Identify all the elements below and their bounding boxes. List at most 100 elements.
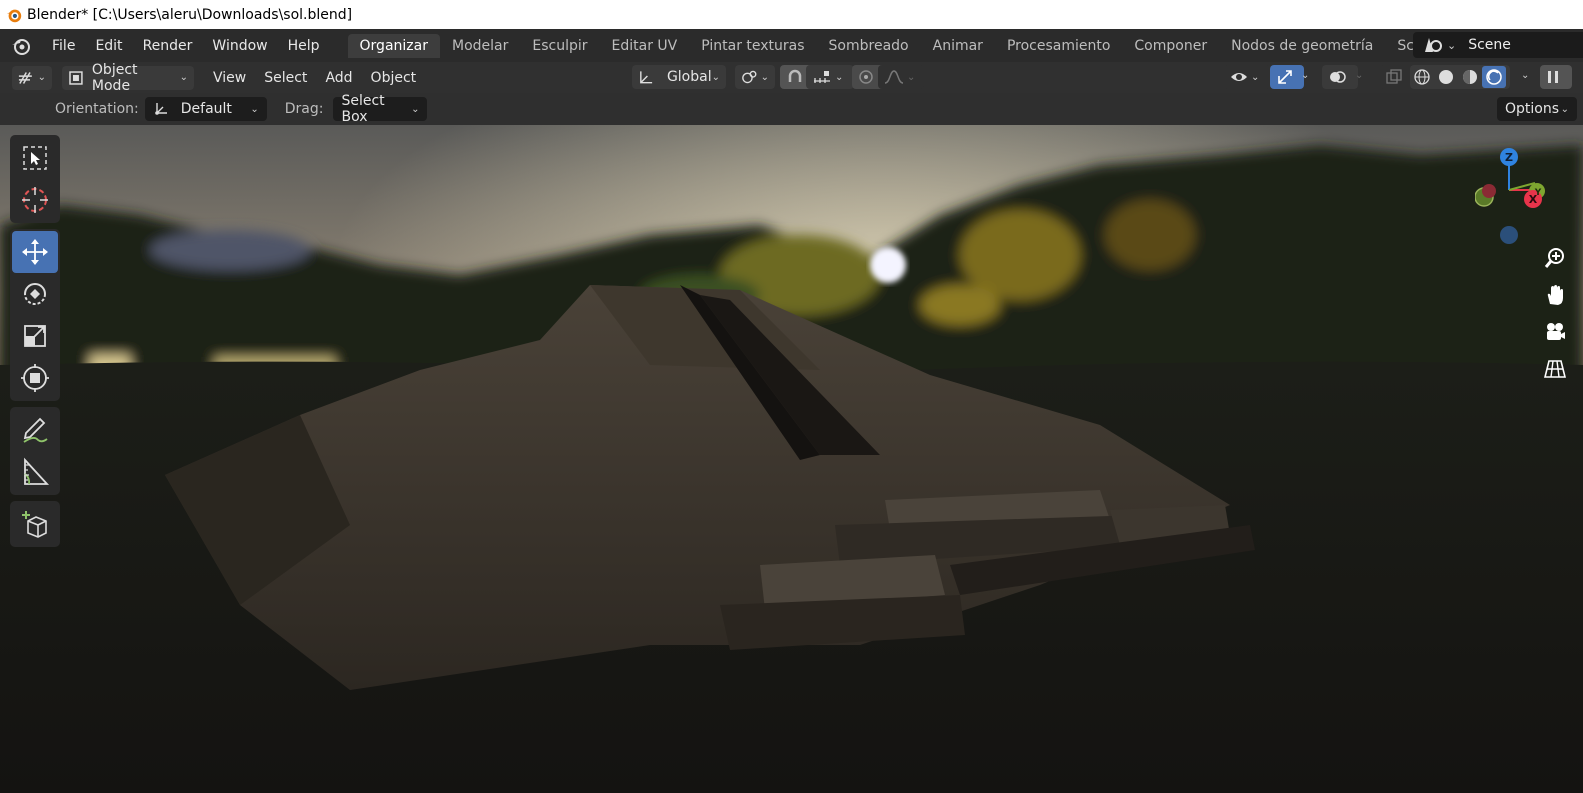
menu-edit[interactable]: Edit bbox=[85, 38, 132, 54]
solid-shading-icon[interactable] bbox=[1434, 67, 1458, 87]
rotate-tool[interactable] bbox=[12, 273, 58, 315]
chevron-down-icon: ⌄ bbox=[37, 72, 46, 83]
chevron-down-icon: ⌄ bbox=[835, 71, 844, 83]
menu-object[interactable]: Object bbox=[362, 70, 426, 86]
orientation-dropdown[interactable]: Default ⌄ bbox=[144, 97, 267, 121]
scale-tool[interactable] bbox=[12, 315, 58, 357]
tab-pintar-texturas[interactable]: Pintar texturas bbox=[689, 34, 816, 58]
add-tool-group bbox=[10, 501, 60, 547]
move-arrows-icon bbox=[22, 239, 48, 265]
transform-icon bbox=[21, 364, 49, 392]
grid-perspective-icon bbox=[1544, 360, 1566, 378]
measure-tool[interactable] bbox=[12, 451, 58, 493]
orientation-label: Global bbox=[666, 69, 712, 85]
tab-editar-uv[interactable]: Editar UV bbox=[600, 34, 690, 58]
menu-add[interactable]: Add bbox=[316, 70, 361, 86]
menu-file[interactable]: File bbox=[42, 38, 85, 54]
rendered-shading-button[interactable] bbox=[1482, 66, 1506, 88]
eye-icon bbox=[1231, 73, 1247, 81]
orientation-field-label: Orientation: bbox=[55, 101, 139, 117]
tab-esculpir[interactable]: Esculpir bbox=[520, 34, 599, 58]
x-axis-label: X bbox=[1529, 193, 1538, 206]
camera-icon bbox=[1547, 323, 1565, 340]
3d-cursor-icon bbox=[22, 187, 48, 213]
menu-view[interactable]: View bbox=[204, 70, 255, 86]
chevron-down-icon: ⌄ bbox=[907, 71, 916, 83]
annotate-tool[interactable] bbox=[12, 409, 58, 451]
menu-window[interactable]: Window bbox=[202, 38, 277, 54]
xray-icon bbox=[1386, 69, 1402, 84]
chevron-down-icon[interactable]: ⌄ bbox=[1355, 70, 1363, 81]
options-label: Options bbox=[1505, 101, 1560, 117]
falloff-curve-icon bbox=[884, 70, 904, 84]
chevron-down-icon[interactable]: ⌄ bbox=[1301, 70, 1309, 81]
menu-select[interactable]: Select bbox=[255, 70, 316, 86]
snap-target-dropdown[interactable]: ⌄ bbox=[806, 65, 854, 89]
navigation-gizmo[interactable]: Z Y X bbox=[1474, 135, 1575, 245]
chevron-down-icon: ⌄ bbox=[1251, 71, 1260, 83]
drag-dropdown[interactable]: Select Box ⌄ bbox=[333, 93, 428, 125]
chevron-down-icon: ⌄ bbox=[1560, 103, 1569, 115]
object-mode-icon bbox=[69, 70, 83, 85]
select-box-icon bbox=[23, 146, 47, 170]
navigation-controls bbox=[1540, 243, 1570, 391]
falloff-dropdown[interactable]: ⌄ bbox=[878, 65, 924, 89]
visibility-dropdown[interactable]: ⌄ bbox=[1224, 65, 1270, 89]
sidebar-toggle[interactable] bbox=[1540, 65, 1572, 89]
viewport-render bbox=[0, 125, 1583, 793]
menu-help[interactable]: Help bbox=[278, 38, 330, 54]
orientation-value: Default bbox=[180, 101, 232, 117]
axis-gizmo-icon: Z Y X bbox=[1474, 148, 1545, 244]
tab-componer[interactable]: Componer bbox=[1122, 34, 1219, 58]
menu-render[interactable]: Render bbox=[133, 38, 203, 54]
zoom-button[interactable] bbox=[1540, 243, 1570, 273]
wireframe-shading-icon[interactable] bbox=[1410, 67, 1434, 87]
gizmo-toggle[interactable] bbox=[1270, 65, 1304, 89]
chevron-down-icon: ⌄ bbox=[760, 71, 769, 83]
viewport-header: ⌄ Object Mode ⌄ View Select Add Object G… bbox=[0, 62, 1583, 94]
move-tool[interactable] bbox=[12, 231, 58, 273]
material-shading-icon[interactable] bbox=[1458, 67, 1482, 87]
options-dropdown[interactable]: Options ⌄ bbox=[1497, 97, 1577, 121]
transform-orientation-dropdown[interactable]: Global ⌄ bbox=[632, 65, 726, 89]
top-menubar: File Edit Render Window Help Organizar M… bbox=[0, 29, 1583, 62]
3d-viewport-icon bbox=[18, 71, 32, 84]
blender-menu-icon[interactable] bbox=[10, 35, 32, 57]
shading-mode-group bbox=[1410, 65, 1510, 89]
tab-sombreado[interactable]: Sombreado bbox=[817, 34, 921, 58]
tab-modelar[interactable]: Modelar bbox=[440, 34, 520, 58]
cursor-tool[interactable] bbox=[12, 179, 58, 221]
editor-type-button[interactable]: ⌄ bbox=[12, 65, 52, 90]
tab-organizar[interactable]: Organizar bbox=[347, 33, 440, 58]
transform-tool[interactable] bbox=[12, 357, 58, 399]
scene-selector[interactable]: ⌄ Scene bbox=[1413, 32, 1583, 58]
3d-viewport[interactable]: Z Y X bbox=[0, 125, 1583, 793]
measure-ruler-icon bbox=[24, 457, 50, 485]
mode-selector[interactable]: Object Mode ⌄ bbox=[62, 62, 194, 94]
select-box-tool[interactable] bbox=[12, 137, 58, 179]
shading-options-chevron[interactable]: ⌄ bbox=[1521, 70, 1529, 81]
tab-procesamiento[interactable]: Procesamiento bbox=[995, 34, 1122, 58]
pan-button[interactable] bbox=[1540, 280, 1570, 310]
chevron-down-icon: ⌄ bbox=[250, 103, 259, 115]
camera-view-button[interactable] bbox=[1540, 317, 1570, 347]
orientation-gizmo-icon bbox=[154, 103, 167, 115]
tab-animar[interactable]: Animar bbox=[921, 34, 995, 58]
window-titlebar: Blender* [C:\Users\aleru\Downloads\sol.b… bbox=[0, 0, 1583, 29]
pivot-point-dropdown[interactable]: ⌄ bbox=[735, 65, 775, 89]
overlays-toggle[interactable] bbox=[1322, 65, 1358, 89]
add-cube-tool[interactable] bbox=[12, 503, 58, 545]
proportional-edit-icon bbox=[859, 70, 873, 84]
scene-name: Scene bbox=[1468, 37, 1511, 53]
chevron-down-icon: ⌄ bbox=[1447, 38, 1457, 52]
transform-tool-group bbox=[10, 229, 60, 401]
xray-toggle[interactable] bbox=[1380, 65, 1414, 89]
perspective-toggle-button[interactable] bbox=[1540, 354, 1570, 384]
add-cube-icon bbox=[22, 511, 47, 538]
overlay-circles-icon bbox=[1330, 71, 1346, 83]
tab-nodos-geometria[interactable]: Nodos de geometría bbox=[1219, 34, 1385, 58]
rotate-icon bbox=[24, 283, 46, 305]
annotate-tool-group bbox=[10, 407, 60, 495]
rendered-shading-icon bbox=[1486, 69, 1502, 85]
scale-icon bbox=[24, 325, 46, 347]
